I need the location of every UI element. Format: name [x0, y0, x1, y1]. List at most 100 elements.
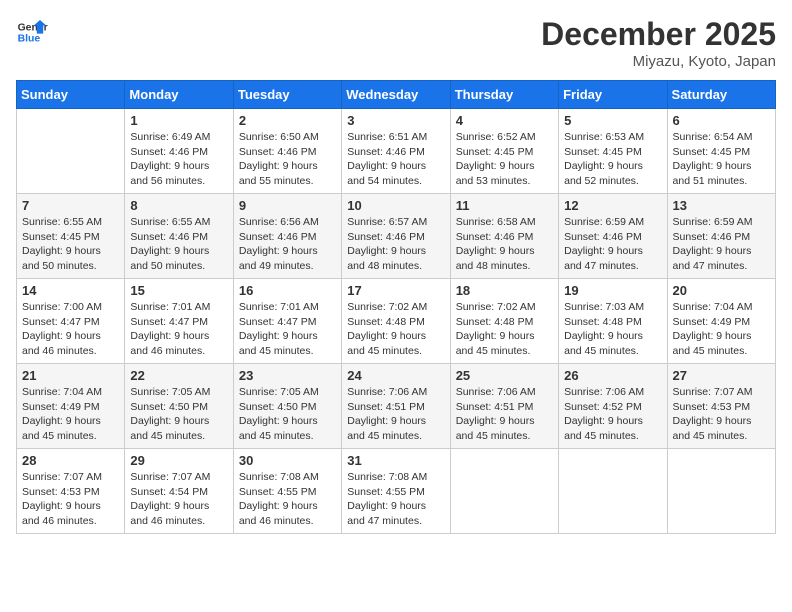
- day-info: Sunrise: 6:51 AMSunset: 4:46 PMDaylight:…: [347, 130, 444, 189]
- day-number: 26: [564, 368, 661, 383]
- day-number: 3: [347, 113, 444, 128]
- day-info: Sunrise: 7:07 AMSunset: 4:54 PMDaylight:…: [130, 470, 227, 529]
- calendar-cell: [450, 449, 558, 534]
- calendar-cell: 24Sunrise: 7:06 AMSunset: 4:51 PMDayligh…: [342, 364, 450, 449]
- day-number: 24: [347, 368, 444, 383]
- day-info: Sunrise: 7:06 AMSunset: 4:51 PMDaylight:…: [456, 385, 553, 444]
- day-number: 9: [239, 198, 336, 213]
- day-number: 13: [673, 198, 770, 213]
- day-number: 29: [130, 453, 227, 468]
- calendar-cell: 3 Sunrise: 6:51 AMSunset: 4:46 PMDaylight…: [342, 109, 450, 194]
- day-number: 11: [456, 198, 553, 213]
- calendar-cell: 29 Sunrise: 7:07 AMSunset: 4:54 PMDayligh…: [125, 449, 233, 534]
- day-info: Sunrise: 6:55 AMSunset: 4:46 PMDaylight:…: [130, 215, 227, 274]
- calendar-cell: 13 Sunrise: 6:59 AMSunset: 4:46 PMDayligh…: [667, 194, 775, 279]
- day-number: 20: [673, 283, 770, 298]
- weekday-header-saturday: Saturday: [667, 81, 775, 109]
- weekday-header-monday: Monday: [125, 81, 233, 109]
- day-info: Sunrise: 6:52 AMSunset: 4:45 PMDaylight:…: [456, 130, 553, 189]
- day-info: Sunrise: 6:55 AMSunset: 4:45 PMDaylight:…: [22, 215, 119, 274]
- calendar-week-row: 7 Sunrise: 6:55 AMSunset: 4:45 PMDaylight…: [17, 194, 776, 279]
- month-title: December 2025: [541, 16, 776, 53]
- calendar-cell: 1 Sunrise: 6:49 AMSunset: 4:46 PMDaylight…: [125, 109, 233, 194]
- calendar-cell: 22 Sunrise: 7:05 AMSunset: 4:50 PMDayligh…: [125, 364, 233, 449]
- calendar-cell: 8Sunrise: 6:55 AMSunset: 4:46 PMDaylight…: [125, 194, 233, 279]
- weekday-header-thursday: Thursday: [450, 81, 558, 109]
- day-number: 16: [239, 283, 336, 298]
- day-info: Sunrise: 7:03 AMSunset: 4:48 PMDaylight:…: [564, 300, 661, 359]
- day-number: 1: [130, 113, 227, 128]
- day-number: 25: [456, 368, 553, 383]
- day-info: Sunrise: 7:07 AMSunset: 4:53 PMDaylight:…: [673, 385, 770, 444]
- weekday-header-sunday: Sunday: [17, 81, 125, 109]
- day-info: Sunrise: 6:59 AMSunset: 4:46 PMDaylight:…: [673, 215, 770, 274]
- title-area: December 2025 Miyazu, Kyoto, Japan: [541, 16, 776, 70]
- calendar-cell: 9Sunrise: 6:56 AMSunset: 4:46 PMDaylight…: [233, 194, 341, 279]
- day-number: 4: [456, 113, 553, 128]
- day-info: Sunrise: 7:05 AMSunset: 4:50 PMDaylight:…: [130, 385, 227, 444]
- calendar-table: SundayMondayTuesdayWednesdayThursdayFrid…: [16, 80, 776, 534]
- calendar-cell: 19 Sunrise: 7:03 AMSunset: 4:48 PMDayligh…: [559, 279, 667, 364]
- calendar-cell: 10Sunrise: 6:57 AMSunset: 4:46 PMDayligh…: [342, 194, 450, 279]
- day-number: 23: [239, 368, 336, 383]
- weekday-header-friday: Friday: [559, 81, 667, 109]
- calendar-cell: [667, 449, 775, 534]
- calendar-week-row: 21Sunrise: 7:04 AMSunset: 4:49 PMDayligh…: [17, 364, 776, 449]
- day-number: 28: [22, 453, 119, 468]
- day-info: Sunrise: 7:00 AMSunset: 4:47 PMDaylight:…: [22, 300, 119, 359]
- day-info: Sunrise: 6:59 AMSunset: 4:46 PMDaylight:…: [564, 215, 661, 274]
- day-info: Sunrise: 7:08 AMSunset: 4:55 PMDaylight:…: [239, 470, 336, 529]
- calendar-cell: 30 Sunrise: 7:08 AMSunset: 4:55 PMDayligh…: [233, 449, 341, 534]
- day-info: Sunrise: 6:54 AMSunset: 4:45 PMDaylight:…: [673, 130, 770, 189]
- weekday-header-row: SundayMondayTuesdayWednesdayThursdayFrid…: [17, 81, 776, 109]
- day-info: Sunrise: 7:02 AMSunset: 4:48 PMDaylight:…: [456, 300, 553, 359]
- weekday-header-wednesday: Wednesday: [342, 81, 450, 109]
- day-info: Sunrise: 7:08 AMSunset: 4:55 PMDaylight:…: [347, 470, 444, 529]
- header-area: General Blue December 2025 Miyazu, Kyoto…: [16, 16, 776, 70]
- calendar-cell: 20 Sunrise: 7:04 AMSunset: 4:49 PMDayligh…: [667, 279, 775, 364]
- day-number: 19: [564, 283, 661, 298]
- day-info: Sunrise: 7:01 AMSunset: 4:47 PMDaylight:…: [239, 300, 336, 359]
- calendar-cell: 23 Sunrise: 7:05 AMSunset: 4:50 PMDayligh…: [233, 364, 341, 449]
- day-info: Sunrise: 7:04 AMSunset: 4:49 PMDaylight:…: [22, 385, 119, 444]
- calendar-cell: 12 Sunrise: 6:59 AMSunset: 4:46 PMDayligh…: [559, 194, 667, 279]
- calendar-cell: 15Sunrise: 7:01 AMSunset: 4:47 PMDayligh…: [125, 279, 233, 364]
- day-info: Sunrise: 6:49 AMSunset: 4:46 PMDaylight:…: [130, 130, 227, 189]
- day-info: Sunrise: 6:58 AMSunset: 4:46 PMDaylight:…: [456, 215, 553, 274]
- day-number: 27: [673, 368, 770, 383]
- day-number: 31: [347, 453, 444, 468]
- day-number: 5: [564, 113, 661, 128]
- day-info: Sunrise: 7:04 AMSunset: 4:49 PMDaylight:…: [673, 300, 770, 359]
- calendar-week-row: 28 Sunrise: 7:07 AMSunset: 4:53 PMDayligh…: [17, 449, 776, 534]
- day-number: 22: [130, 368, 227, 383]
- day-number: 14: [22, 283, 119, 298]
- day-number: 17: [347, 283, 444, 298]
- day-number: 6: [673, 113, 770, 128]
- svg-text:Blue: Blue: [18, 34, 41, 45]
- day-info: Sunrise: 7:05 AMSunset: 4:50 PMDaylight:…: [239, 385, 336, 444]
- day-info: Sunrise: 7:02 AMSunset: 4:48 PMDaylight:…: [347, 300, 444, 359]
- calendar-cell: 4 Sunrise: 6:52 AMSunset: 4:45 PMDaylight…: [450, 109, 558, 194]
- day-number: 10: [347, 198, 444, 213]
- calendar-cell: 2Sunrise: 6:50 AMSunset: 4:46 PMDaylight…: [233, 109, 341, 194]
- day-number: 7: [22, 198, 119, 213]
- calendar-cell: 31 Sunrise: 7:08 AMSunset: 4:55 PMDayligh…: [342, 449, 450, 534]
- day-number: 30: [239, 453, 336, 468]
- day-number: 18: [456, 283, 553, 298]
- calendar-cell: 5Sunrise: 6:53 AMSunset: 4:45 PMDaylight…: [559, 109, 667, 194]
- calendar-week-row: 14 Sunrise: 7:00 AMSunset: 4:47 PMDayligh…: [17, 279, 776, 364]
- weekday-header-tuesday: Tuesday: [233, 81, 341, 109]
- calendar-cell: 16 Sunrise: 7:01 AMSunset: 4:47 PMDayligh…: [233, 279, 341, 364]
- calendar-cell: 27 Sunrise: 7:07 AMSunset: 4:53 PMDayligh…: [667, 364, 775, 449]
- day-info: Sunrise: 7:07 AMSunset: 4:53 PMDaylight:…: [22, 470, 119, 529]
- logo-icon: General Blue: [16, 16, 48, 48]
- calendar-cell: 6 Sunrise: 6:54 AMSunset: 4:45 PMDaylight…: [667, 109, 775, 194]
- location-subtitle: Miyazu, Kyoto, Japan: [541, 53, 776, 70]
- calendar-cell: 21Sunrise: 7:04 AMSunset: 4:49 PMDayligh…: [17, 364, 125, 449]
- day-info: Sunrise: 7:06 AMSunset: 4:52 PMDaylight:…: [564, 385, 661, 444]
- logo: General Blue: [16, 16, 48, 48]
- day-number: 12: [564, 198, 661, 213]
- calendar-week-row: 1 Sunrise: 6:49 AMSunset: 4:46 PMDaylight…: [17, 109, 776, 194]
- calendar-cell: [559, 449, 667, 534]
- calendar-cell: 18 Sunrise: 7:02 AMSunset: 4:48 PMDayligh…: [450, 279, 558, 364]
